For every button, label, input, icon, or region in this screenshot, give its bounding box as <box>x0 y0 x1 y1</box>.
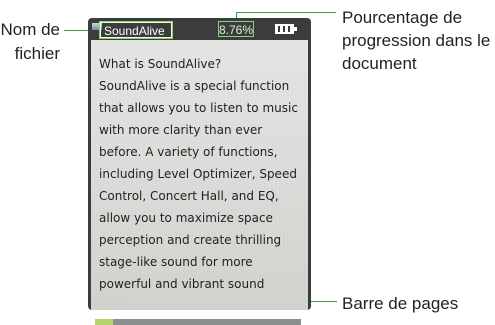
page-progress-bar[interactable] <box>95 319 301 325</box>
battery-segment-3 <box>288 26 290 32</box>
status-bar: SoundAlive 8.76% <box>88 18 311 40</box>
callout-filename-line1: Nom de <box>0 20 60 39</box>
callout-progress-connector <box>236 12 336 13</box>
callout-progress-line3: document <box>342 54 417 73</box>
battery-segment-1 <box>278 26 280 32</box>
battery-icon <box>275 24 297 34</box>
callout-progress-line2: progression dans le <box>342 31 491 50</box>
progress-percentage: 8.76% <box>218 21 254 37</box>
callout-filename-line2: fichier <box>14 44 60 63</box>
device-screen: SoundAlive 8.76% What is SoundAlive? Sou… <box>88 18 311 325</box>
page-progress-fill <box>95 319 114 325</box>
battery-segment-2 <box>283 26 285 32</box>
document-filename: SoundAlive <box>99 21 173 39</box>
document-text: What is SoundAlive? SoundAlive is a spec… <box>99 57 298 291</box>
callout-progress-line1: Pourcentage de <box>342 8 463 27</box>
callout-pagebar-label: Barre de pages <box>342 294 459 313</box>
document-viewport[interactable]: What is SoundAlive? SoundAlive is a spec… <box>91 40 308 325</box>
